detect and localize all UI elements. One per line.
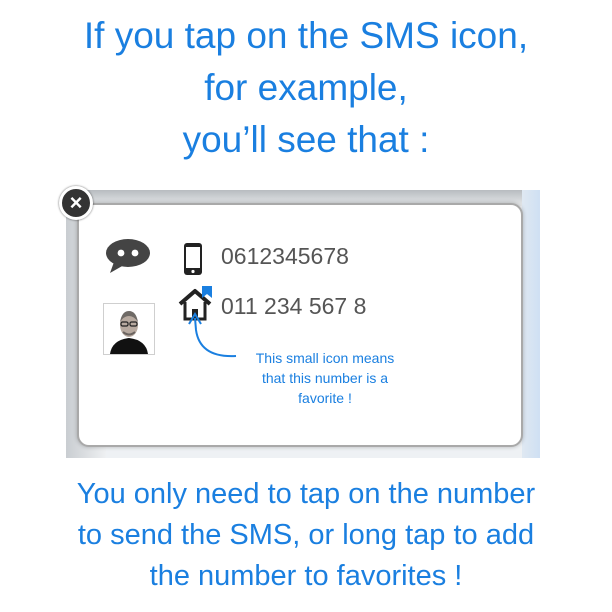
heading: If you tap on the SMS icon, for example,… [0,10,612,166]
sms-bubble-icon [106,239,150,273]
contact-photo [104,304,154,354]
favorite-flag-icon [202,286,212,298]
annotation-line-1: This small icon means [255,350,395,366]
annotation-line-3: favorite ! [298,390,352,406]
heading-line-2: for example, [204,67,408,108]
heading-line-3: you’ll see that : [182,119,430,160]
mobile-phone-icon [184,243,202,275]
tutorial-page: If you tap on the SMS icon, for example,… [0,0,612,612]
footer-line-1: You only need to tap on the number [76,478,536,510]
footer-line-2: to send the SMS, or long tap to add [77,519,535,551]
annotation-line-2: that this number is a [261,370,389,386]
footer-instructions: You only need to tap on the number to se… [0,474,612,597]
contact-avatar [103,303,155,355]
close-button[interactable]: × [59,186,93,220]
heading-line-1: If you tap on the SMS icon, [83,15,529,56]
favorite-annotation: This small icon means that this number i… [228,348,422,408]
footer-line-3: the number to favorites ! [149,560,463,592]
close-icon: × [69,190,83,215]
phone-number-mobile[interactable]: 0612345678 [221,243,349,270]
